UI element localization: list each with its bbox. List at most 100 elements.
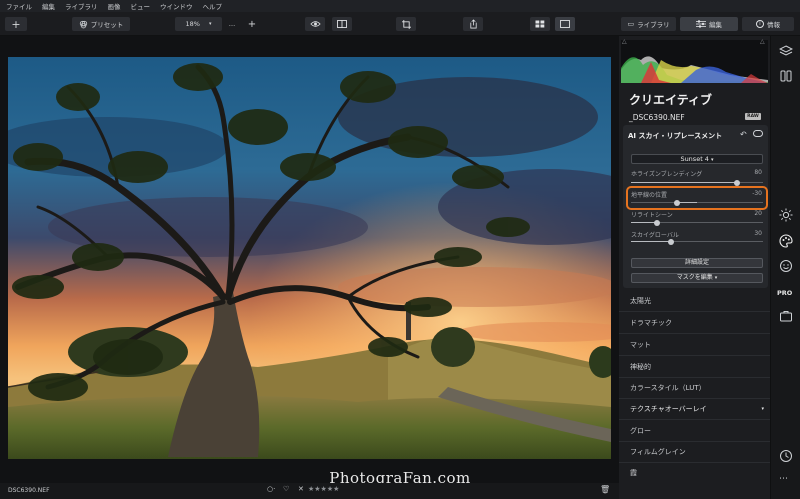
preset-button[interactable]: プリセット (72, 17, 130, 31)
tool-mystical[interactable]: 神秘的 (619, 356, 770, 378)
menu-image[interactable]: 画像 (108, 1, 121, 11)
heart-icon[interactable]: ♡ (283, 485, 289, 493)
compare-button[interactable] (332, 17, 352, 31)
menu-edit[interactable]: 編集 (42, 1, 55, 11)
panel-filename: _DSC6390.NEF (629, 113, 685, 122)
sky-select-value: Sunset 4 (680, 155, 709, 163)
export-button[interactable] (463, 17, 483, 31)
plus-icon: + (247, 18, 257, 30)
canvas-icon[interactable] (779, 69, 793, 83)
zoom-in-button[interactable]: + (244, 17, 260, 31)
menu-help[interactable]: ヘルプ (203, 1, 223, 11)
rating-stars[interactable]: ★★★★★ (308, 485, 339, 493)
tool-texture-overlay[interactable]: テクスチャオーバーレイ ▾ (619, 398, 770, 420)
histogram-graph (621, 56, 768, 83)
add-button[interactable]: + (5, 17, 27, 31)
briefcase-icon[interactable] (779, 309, 793, 323)
eye-icon (309, 21, 321, 27)
tab-info[interactable]: i 情報 (742, 17, 794, 31)
bottom-filename: DSC6390.NEF (8, 487, 50, 494)
highlight-clip-icon[interactable]: △ (760, 38, 765, 45)
sky-select[interactable]: Sunset 4 ▾ (631, 154, 763, 164)
slider-horizon-blending[interactable] (631, 179, 763, 186)
slider-fill (631, 241, 671, 242)
tool-matte[interactable]: マット (619, 334, 770, 356)
compare-icon (337, 20, 347, 28)
library-icon: ▭ (627, 20, 635, 28)
menu-window[interactable]: ウインドウ (160, 1, 193, 11)
visibility-toggle-icon[interactable] (753, 130, 763, 137)
preview-button[interactable] (305, 17, 325, 31)
history-clock-icon[interactable] (779, 449, 793, 463)
crop-button[interactable] (396, 17, 416, 31)
trash-icon[interactable]: 🗑 (600, 485, 610, 494)
tab-info-label: 情報 (767, 21, 780, 29)
more-options-icon[interactable]: ⋯ (779, 474, 788, 484)
tool-dramatic[interactable]: ドラマチック (619, 312, 770, 334)
zoom-value: 18% (185, 20, 200, 28)
slider-label-relight-scene: リライトシーン (631, 212, 673, 219)
advanced-settings-button[interactable]: 詳細設定 (631, 258, 763, 268)
tool-sunlight[interactable]: 太陽光 (619, 290, 770, 312)
menu-bar: ファイル 編集 ライブラリ 画像 ビュー ウインドウ ヘルプ (0, 0, 800, 12)
slider-handle[interactable] (654, 219, 661, 226)
slider-value-horizon-position: -30 (752, 190, 762, 197)
reset-icon[interactable]: ↶ (740, 130, 747, 139)
slider-relight-scene[interactable] (631, 219, 763, 226)
sliders-icon (696, 20, 706, 28)
panel-title: クリエイティブ (629, 93, 713, 107)
color-label-icon[interactable]: ○· (267, 485, 275, 493)
single-view-button[interactable] (555, 17, 575, 31)
slider-label-horizon-position: 地平線の位置 (631, 192, 668, 199)
sun-icon[interactable] (779, 208, 793, 222)
histogram (621, 40, 768, 83)
plus-icon: + (11, 17, 21, 31)
crop-icon (401, 19, 411, 29)
menu-library[interactable]: ライブラリ (65, 1, 98, 11)
tool-texture-overlay-label: テクスチャオーバーレイ (630, 405, 707, 413)
info-icon: i (756, 20, 764, 28)
tab-library-label: ライブラリ (637, 21, 670, 29)
slider-sky-global[interactable] (631, 238, 763, 245)
share-icon (469, 19, 477, 29)
edit-mask-button[interactable]: マスクを編集 ▾ (631, 273, 763, 283)
layers-icon[interactable] (779, 44, 793, 58)
tool-haze[interactable]: 霞 (619, 462, 770, 484)
zoom-out-button[interactable]: … (226, 17, 238, 31)
pro-icon[interactable]: PRO (777, 289, 792, 297)
tab-edit[interactable]: 編集 (680, 17, 738, 31)
zoom-select[interactable]: 18% ▾ (175, 17, 222, 31)
bottom-bar: DSC6390.NEF ○· ♡ ✕ ★★★★★ 🗑 (0, 483, 620, 499)
slider-handle[interactable] (667, 238, 674, 245)
slider-value-relight-scene: 20 (754, 210, 762, 217)
main-photo[interactable] (8, 57, 611, 459)
single-view-icon (560, 20, 570, 28)
tool-film-grain[interactable]: フィルムグレイン (619, 441, 770, 463)
shadow-clip-icon[interactable]: △ (622, 38, 627, 45)
landscape-photo (8, 57, 611, 459)
chevron-down-icon: ▾ (208, 21, 212, 27)
tool-color-style-lut[interactable]: カラースタイル（LUT） (619, 377, 770, 399)
chevron-down-icon: ▾ (761, 406, 764, 412)
slider-fill (677, 202, 697, 203)
slider-handle[interactable] (674, 199, 681, 206)
tool-glow[interactable]: グロー (619, 420, 770, 442)
reject-icon[interactable]: ✕ (298, 485, 304, 493)
slider-fill (631, 182, 737, 183)
chevron-down-icon: ▾ (714, 275, 718, 281)
portrait-face-icon[interactable] (779, 259, 793, 273)
toolbar: + プリセット 18% ▾ … + ▭ ライブラリ 編集 i 情報 (0, 12, 800, 36)
preset-label: プリセット (90, 21, 124, 29)
raw-badge: RAW (745, 113, 761, 120)
menu-file[interactable]: ファイル (6, 1, 32, 11)
tab-library[interactable]: ▭ ライブラリ (621, 17, 676, 31)
tool-title: AI スカイ・リプレースメント (628, 132, 723, 140)
menu-view[interactable]: ビュー (131, 1, 151, 11)
chevron-down-icon: ▾ (711, 157, 714, 163)
palette-icon[interactable] (779, 234, 793, 248)
slider-horizon-position[interactable] (631, 199, 763, 206)
grid-view-button[interactable] (530, 17, 550, 31)
slider-handle[interactable] (733, 179, 740, 186)
tool-category-strip: PRO ⋯ (770, 36, 800, 499)
grid-icon (535, 20, 545, 28)
